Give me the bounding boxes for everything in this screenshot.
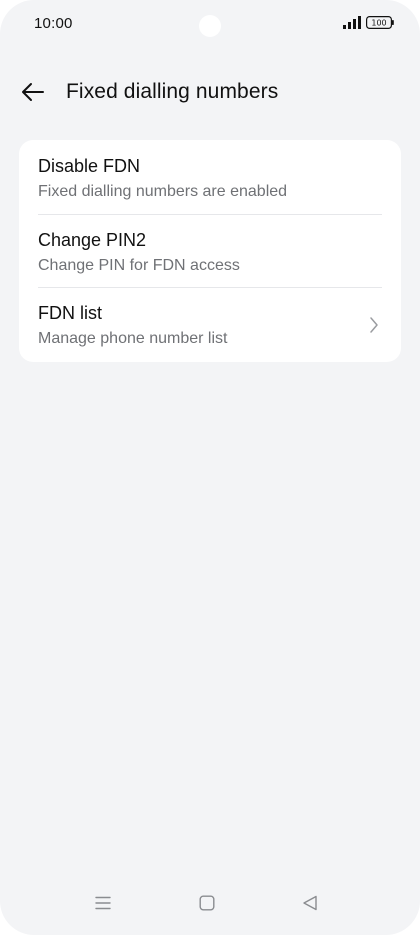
- camera-cutout: [199, 15, 221, 37]
- disable-fdn-item[interactable]: Disable FDN Fixed dialling numbers are e…: [19, 140, 401, 213]
- signal-icon: [343, 16, 361, 29]
- change-pin2-subtitle: Change PIN for FDN access: [38, 257, 240, 274]
- status-bar: 10:00 100: [0, 0, 420, 48]
- back-button[interactable]: [14, 74, 52, 110]
- home-button[interactable]: [192, 891, 222, 915]
- battery-icon: 100: [366, 16, 394, 29]
- fdn-list-subtitle: Manage phone number list: [38, 330, 228, 347]
- phone-screen: 10:00 100 Fixed dialling numbers Disable…: [0, 0, 420, 935]
- home-icon: [199, 895, 215, 911]
- status-time: 10:00: [34, 15, 73, 32]
- navigation-bar: [0, 879, 420, 935]
- disable-fdn-title: Disable FDN: [38, 156, 141, 176]
- change-pin2-item[interactable]: Change PIN2 Change PIN for FDN access: [19, 214, 401, 287]
- arrow-left-icon: [22, 83, 44, 101]
- menu-button[interactable]: [88, 891, 118, 915]
- change-pin2-title: Change PIN2: [38, 230, 147, 250]
- page-title: Fixed dialling numbers: [66, 80, 279, 103]
- settings-card: Disable FDN Fixed dialling numbers are e…: [19, 140, 401, 362]
- battery-level: 100: [371, 19, 386, 28]
- back-triangle-icon: [303, 895, 317, 911]
- chevron-right-icon: [370, 317, 378, 333]
- fdn-list-title: FDN list: [38, 303, 102, 323]
- back-nav-button[interactable]: [295, 891, 325, 915]
- header: Fixed dialling numbers: [0, 70, 420, 114]
- menu-icon: [95, 896, 111, 910]
- disable-fdn-subtitle: Fixed dialling numbers are enabled: [38, 183, 288, 200]
- fdn-list-item[interactable]: FDN list Manage phone number list: [19, 287, 401, 360]
